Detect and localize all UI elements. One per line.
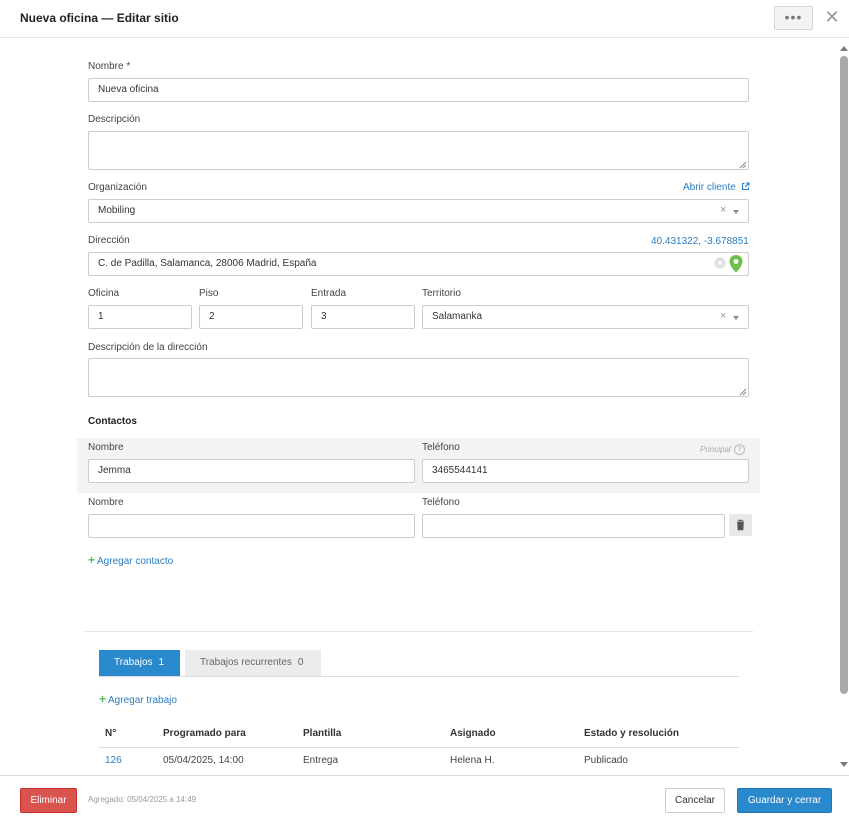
add-contact-label: Agregar contacto (97, 556, 174, 567)
abrir-cliente-label: Abrir cliente (683, 182, 736, 193)
chevron-down-icon[interactable] (733, 316, 739, 320)
delete-contact-button[interactable] (729, 514, 752, 536)
clear-territorio-icon[interactable]: × (720, 310, 726, 322)
clear-organizacion-icon[interactable]: × (720, 204, 726, 216)
table-header-divider (99, 747, 739, 748)
plus-icon: + (99, 692, 107, 706)
oficina-label: Oficina (88, 288, 120, 299)
add-job-label: Agregar trabajo (108, 695, 177, 706)
column-header-status[interactable]: Estado y resolución (584, 728, 679, 739)
direccion-label: Dirección (88, 235, 130, 246)
entrada-label: Entrada (311, 288, 347, 299)
scrollbar-thumb[interactable] (840, 56, 848, 694)
column-header-scheduled[interactable]: Programado para (163, 728, 246, 739)
column-header-template[interactable]: Plantilla (303, 728, 341, 739)
resize-grip-icon[interactable] (739, 387, 747, 396)
contact-name-input[interactable]: Jemma (88, 459, 415, 483)
piso-input[interactable]: 2 (199, 305, 303, 329)
contact-name-input[interactable] (88, 514, 415, 538)
contact-phone-label: Teléfono (422, 442, 460, 453)
nombre-input[interactable]: Nueva oficina (88, 78, 749, 102)
dialog-header: Nueva oficina — Editar sitio ••• ✕ (0, 0, 849, 38)
save-and-close-button[interactable]: Guardar y cerrar (737, 788, 832, 813)
descripcion-direccion-textarea[interactable] (88, 358, 749, 397)
territorio-select[interactable]: Salamanka (422, 305, 749, 329)
organizacion-select[interactable]: Mobiling (88, 199, 749, 223)
external-link-icon (741, 182, 750, 190)
close-icon[interactable]: ✕ (823, 7, 841, 27)
contact-phone-input[interactable]: 3465544141 (422, 459, 749, 483)
scrollbar[interactable] (839, 44, 849, 775)
descripcion-label: Descripción (88, 114, 141, 125)
resize-grip-icon[interactable] (739, 160, 747, 169)
tab-trabajos-recurrentes[interactable]: Trabajos recurrentes 0 (185, 650, 321, 676)
job-status-cell: Publicado (584, 755, 628, 766)
add-contact-link[interactable]: + Agregar contacto (88, 553, 173, 567)
dialog-footer: Eliminar Agregado: 05/04/2025 a 14:49 Ca… (0, 775, 849, 825)
tab-underline (99, 676, 739, 677)
scroll-up-arrow-icon[interactable] (840, 46, 848, 51)
cancel-button[interactable]: Cancelar (665, 788, 725, 813)
section-divider (85, 631, 753, 632)
contact-name-label: Nombre (88, 497, 124, 508)
oficina-input[interactable]: 1 (88, 305, 192, 329)
direccion-input[interactable]: C. de Padilla, Salamanca, 28006 Madrid, … (88, 252, 749, 276)
descripcion-textarea[interactable] (88, 131, 749, 170)
chevron-down-icon[interactable] (733, 210, 739, 214)
plus-icon: + (88, 553, 96, 567)
nombre-label: Nombre * (88, 61, 131, 72)
contactos-title: Contactos (88, 416, 137, 427)
entrada-input[interactable]: 3 (311, 305, 415, 329)
dialog-title: Nueva oficina — Editar sitio (20, 11, 179, 25)
job-assigned-cell: Helena H. (450, 755, 495, 766)
tab-recurrentes-label: Trabajos recurrentes (200, 657, 292, 668)
abrir-cliente-link[interactable]: Abrir cliente (683, 182, 750, 193)
add-job-link[interactable]: + Agregar trabajo (99, 692, 177, 706)
descripcion-direccion-label: Descripción de la dirección (88, 342, 208, 353)
dialog-content: Nombre * Nueva oficina Descripción Organ… (0, 38, 838, 775)
coordinates-link[interactable]: 40.431322, -3.678851 (651, 236, 749, 247)
contact-phone-input[interactable] (422, 514, 725, 538)
map-pin-icon[interactable] (729, 255, 743, 273)
job-number-link[interactable]: 126 (105, 755, 122, 766)
piso-label: Piso (199, 288, 219, 299)
added-timestamp: Agregado: 05/04/2025 a 14:49 (88, 795, 197, 804)
column-header-number[interactable]: N° (105, 728, 116, 739)
help-icon[interactable]: ? (734, 444, 745, 455)
principal-label: Principal (700, 445, 731, 454)
territorio-label: Territorio (422, 288, 461, 299)
contact-phone-label: Teléfono (422, 497, 460, 508)
tab-trabajos-label: Trabajos (114, 657, 153, 668)
organizacion-label: Organización (88, 182, 147, 193)
tab-trabajos-count: 1 (158, 657, 165, 668)
tab-recurrentes-count: 0 (297, 657, 304, 668)
clear-direccion-icon[interactable] (714, 257, 726, 269)
job-template-cell: Entrega (303, 755, 339, 766)
more-options-button[interactable]: ••• (774, 6, 813, 30)
trash-icon (737, 519, 744, 531)
contact-name-label: Nombre (88, 442, 124, 453)
scroll-down-arrow-icon[interactable] (840, 762, 848, 767)
tab-trabajos[interactable]: Trabajos 1 (99, 650, 180, 676)
delete-button[interactable]: Eliminar (20, 788, 77, 813)
column-header-assigned[interactable]: Asignado (450, 728, 496, 739)
job-scheduled-cell: 05/04/2025, 14:00 (163, 755, 244, 766)
